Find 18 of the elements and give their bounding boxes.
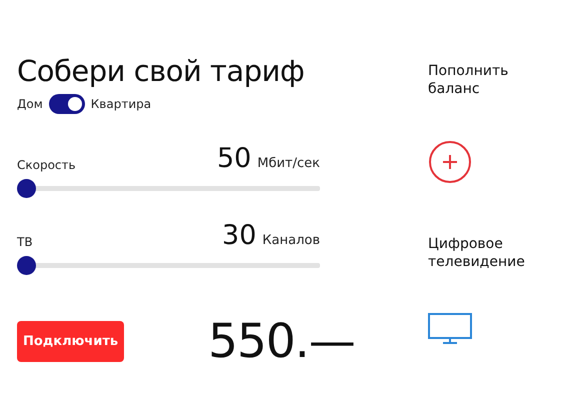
section-title: Цифровое телевидение [428,235,526,271]
price: 550.— [208,314,355,369]
slider-thumb[interactable] [17,256,36,275]
toggle-label: Дом [17,97,43,111]
monitor-icon [428,313,472,345]
slider-label: Скорость [17,158,76,172]
slider-value: 50 [217,144,252,174]
slider-thumb[interactable] [17,179,36,198]
slider-label: ТВ [17,235,33,249]
toggle-switch[interactable] [48,94,85,114]
plus-icon[interactable] [428,140,472,184]
section-title: Пополнить баланс [428,62,510,98]
slider-unit: Каналов [262,233,320,248]
toggle-label: Квартира [90,97,152,111]
connect-button[interactable]: Подключить [17,321,124,362]
slider-value: 30 [222,221,256,251]
page-title: Собери свой тариф [17,53,306,90]
slider-unit: Мбит/сек [257,156,320,171]
